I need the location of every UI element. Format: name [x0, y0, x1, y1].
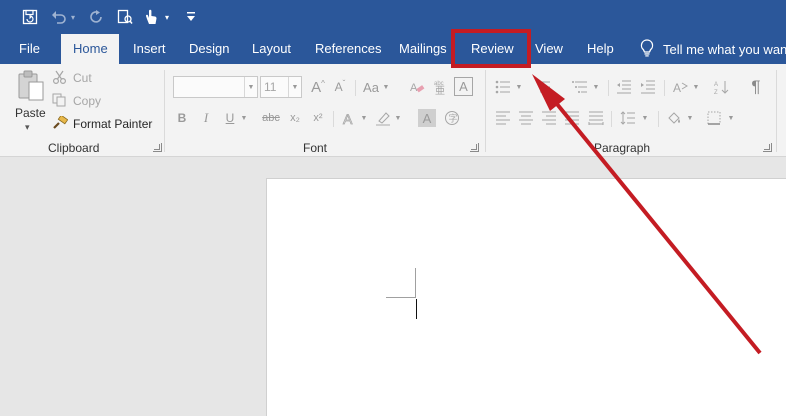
- annotation-arrow: [532, 74, 762, 355]
